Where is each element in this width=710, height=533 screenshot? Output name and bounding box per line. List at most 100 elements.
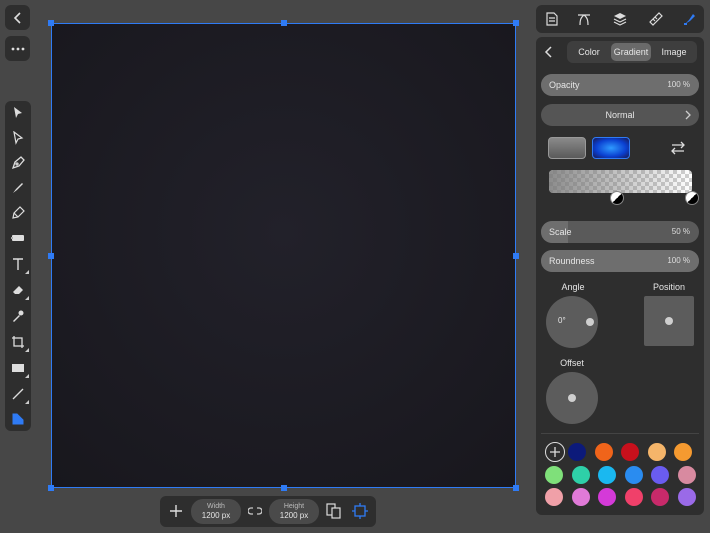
- eyedropper-tool[interactable]: [5, 304, 31, 328]
- gradient-bar[interactable]: [549, 170, 692, 193]
- layers-tab[interactable]: [608, 7, 632, 31]
- color-swatch[interactable]: [624, 466, 643, 484]
- line-tool[interactable]: [5, 382, 31, 406]
- document-tab[interactable]: [540, 7, 564, 31]
- color-swatch[interactable]: [598, 466, 616, 484]
- layers-icon: [613, 13, 627, 26]
- vector-tab[interactable]: [572, 7, 596, 31]
- scale-label: Scale: [549, 227, 572, 237]
- angle-dial[interactable]: 0°: [546, 296, 598, 348]
- color-swatch[interactable]: [677, 488, 696, 506]
- offset-knob[interactable]: [568, 394, 576, 402]
- resize-handle[interactable]: [48, 20, 54, 26]
- height-label: Height: [283, 503, 305, 510]
- link-dimensions-button[interactable]: [242, 498, 268, 524]
- document-icon: [546, 12, 558, 26]
- pen-tool[interactable]: [5, 151, 31, 175]
- hollow-arrow-icon: [13, 131, 24, 145]
- resize-handle[interactable]: [513, 485, 519, 491]
- ruler-icon: [649, 12, 663, 26]
- resize-handle[interactable]: [513, 20, 519, 26]
- color-swatch[interactable]: [598, 488, 616, 506]
- brush-active-icon: [684, 14, 695, 25]
- color-swatch[interactable]: [651, 466, 669, 484]
- resize-handle[interactable]: [48, 485, 54, 491]
- color-swatch[interactable]: [571, 488, 590, 506]
- resize-handle[interactable]: [281, 20, 287, 26]
- color-swatch[interactable]: [594, 443, 613, 461]
- fill-icon: [11, 235, 24, 241]
- panel-back-button[interactable]: [536, 39, 562, 65]
- roundness-label: Roundness: [549, 256, 595, 266]
- resize-handle[interactable]: [48, 253, 54, 259]
- pen-nib-icon: [11, 156, 25, 170]
- arrow-icon: [14, 107, 22, 118]
- artboard-canvas[interactable]: [48, 20, 519, 491]
- vector-brush-tool[interactable]: [5, 201, 31, 225]
- gradient-stop[interactable]: [610, 191, 624, 205]
- width-value: 1200 px: [201, 511, 231, 520]
- color-swatch[interactable]: [545, 488, 563, 506]
- opacity-label: Opacity: [549, 80, 580, 90]
- opacity-slider[interactable]: Opacity 100 %: [541, 74, 699, 96]
- color-swatch[interactable]: [621, 443, 639, 461]
- color-swatch[interactable]: [647, 443, 666, 461]
- position-knob[interactable]: [665, 317, 673, 325]
- add-swatch-button[interactable]: [545, 442, 565, 462]
- height-field[interactable]: Height 1200 px: [269, 499, 319, 524]
- color-swatch[interactable]: [674, 443, 692, 461]
- angle-value: 0°: [558, 316, 566, 325]
- color-swatch[interactable]: [677, 466, 696, 484]
- resize-handle[interactable]: [513, 253, 519, 259]
- roundness-slider[interactable]: Roundness 100 %: [541, 250, 699, 272]
- chevron-left-icon: [5, 5, 30, 30]
- eraser-tool[interactable]: [5, 278, 31, 302]
- color-swatch[interactable]: [571, 466, 590, 484]
- crop-icon: [12, 336, 24, 348]
- tab-color[interactable]: Color: [569, 43, 609, 61]
- resize-handle[interactable]: [281, 485, 287, 491]
- text-tool[interactable]: [5, 252, 31, 276]
- angle-knob[interactable]: [586, 318, 594, 326]
- style-tab[interactable]: [678, 7, 702, 31]
- bezier-icon: [578, 14, 590, 26]
- color-swatch[interactable]: [568, 443, 586, 461]
- linear-gradient-button[interactable]: [548, 137, 586, 159]
- position-pad[interactable]: [644, 296, 694, 346]
- divider: [541, 433, 699, 434]
- tools-toolbar: [5, 101, 31, 431]
- tab-gradient[interactable]: Gradient: [611, 43, 651, 61]
- line-icon: [12, 388, 24, 400]
- back-button[interactable]: [5, 5, 30, 30]
- shape-tool[interactable]: [5, 356, 31, 380]
- crop-tool[interactable]: [5, 330, 31, 354]
- tab-image[interactable]: Image: [654, 43, 694, 61]
- rectangle-icon: [12, 364, 24, 372]
- brush-tool[interactable]: [5, 176, 31, 200]
- color-swatch[interactable]: [545, 466, 563, 484]
- direct-select-tool[interactable]: [5, 126, 31, 150]
- fill-tool[interactable]: [5, 226, 31, 250]
- blend-mode-select[interactable]: Normal: [541, 104, 699, 126]
- swap-arrows-icon: [671, 141, 685, 155]
- add-artboard-button[interactable]: [163, 498, 189, 524]
- chevron-right-icon: [685, 110, 691, 120]
- color-swatch[interactable]: [651, 488, 669, 506]
- offset-dial[interactable]: [546, 372, 598, 424]
- artboard-size-bar: Width 1200 px Height 1200 px: [160, 496, 376, 527]
- width-field[interactable]: Width 1200 px: [191, 499, 241, 524]
- eraser-icon: [13, 286, 23, 294]
- gradient-tool[interactable]: [5, 407, 31, 431]
- fit-artboard-button[interactable]: [347, 498, 373, 524]
- radial-gradient-button[interactable]: [592, 137, 630, 159]
- gradient-stop[interactable]: [685, 191, 699, 205]
- height-value: 1200 px: [279, 511, 309, 520]
- swap-colors-button[interactable]: [665, 135, 691, 161]
- measure-tab[interactable]: [644, 7, 668, 31]
- select-tool[interactable]: [5, 101, 31, 125]
- scale-slider[interactable]: Scale 50 %: [541, 221, 699, 243]
- scale-value: 50 %: [671, 227, 690, 236]
- orientation-button[interactable]: [321, 498, 347, 524]
- color-swatch[interactable]: [624, 488, 643, 506]
- more-button[interactable]: [5, 36, 30, 61]
